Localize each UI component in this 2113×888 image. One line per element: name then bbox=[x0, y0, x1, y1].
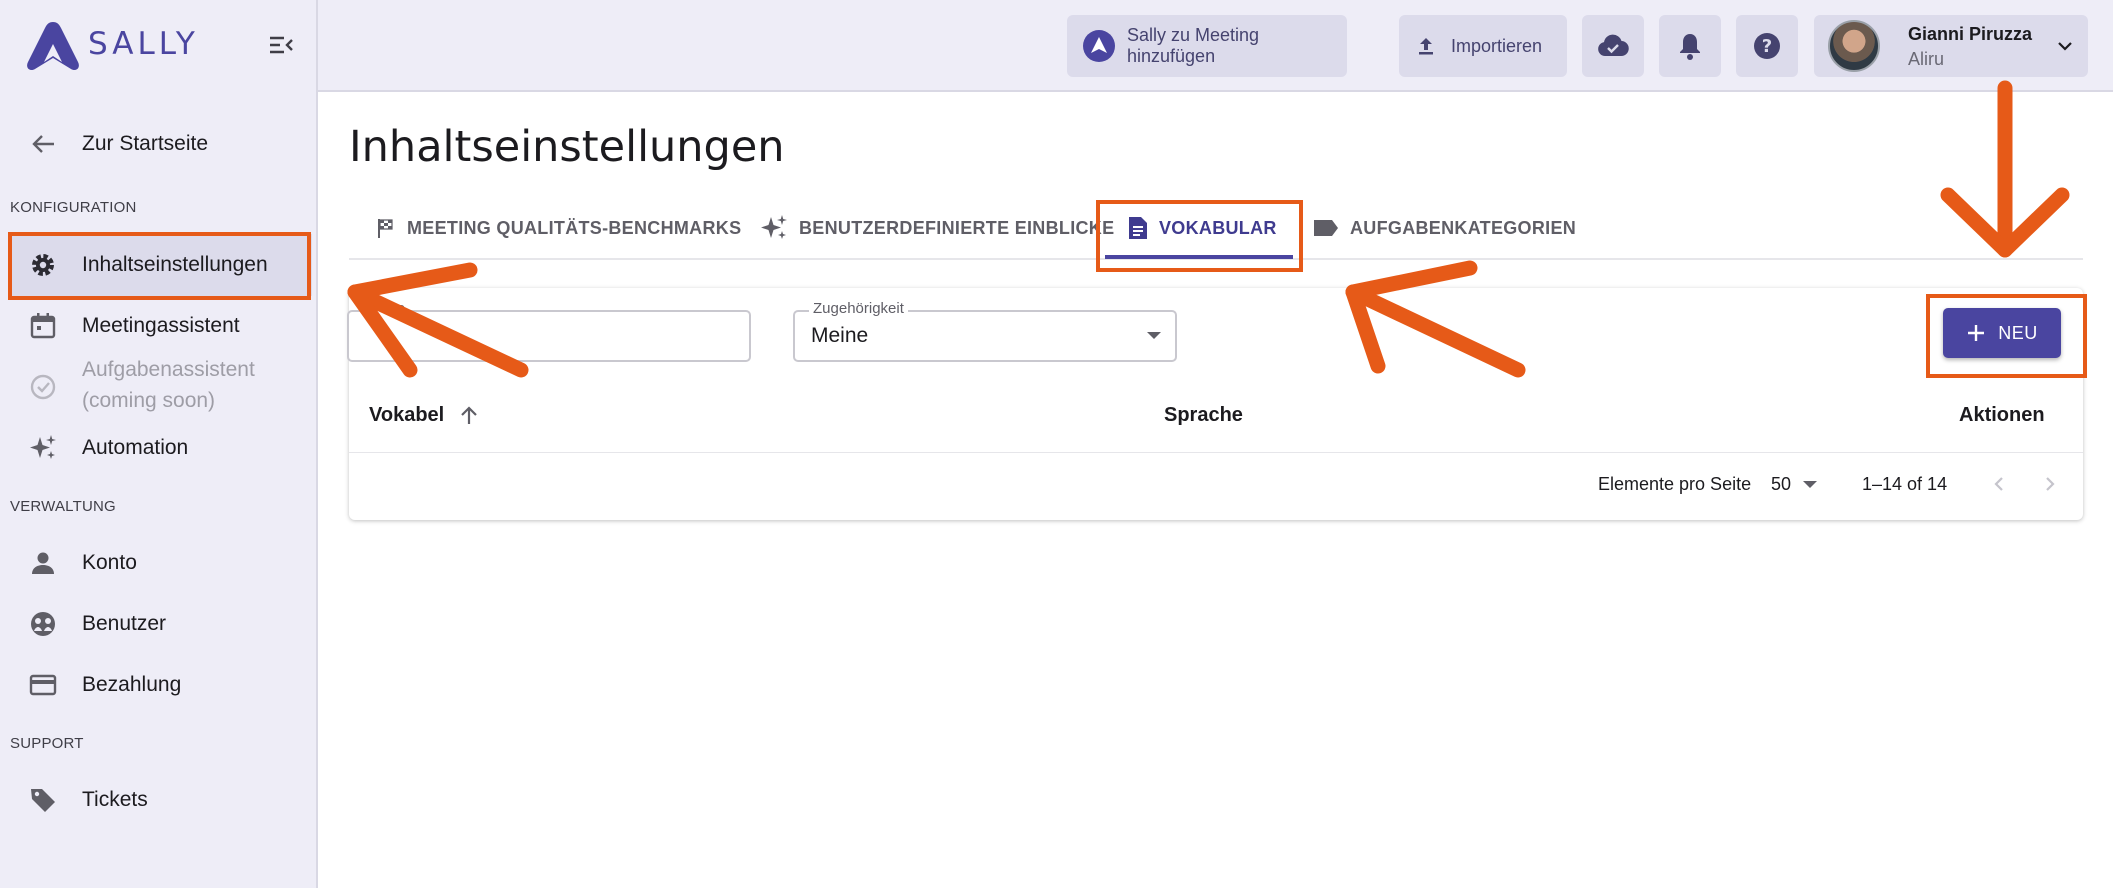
sally-logo bbox=[27, 22, 79, 71]
sparkle-icon bbox=[761, 215, 787, 239]
rows-per-page-select[interactable]: 50 bbox=[1771, 474, 1818, 495]
help-button[interactable]: ? bbox=[1736, 15, 1798, 77]
section-administration: VERWALTUNG bbox=[10, 498, 116, 515]
sidebar-item-label: Benutzer bbox=[82, 612, 167, 635]
menu-collapse-icon[interactable] bbox=[268, 32, 294, 58]
tab-label: MEETING QUALITÄTS-BENCHMARKS bbox=[407, 217, 742, 238]
vocabulary-table-card: che Zugehörigkeit Meine NEU Vokabel Spra… bbox=[347, 288, 2083, 520]
svg-text:?: ? bbox=[1762, 36, 1772, 57]
sidebar-item-label: Tickets bbox=[82, 788, 148, 811]
table-divider bbox=[349, 452, 2083, 453]
sidebar: SALLY Zur Startseite KONFIGURATION Inhal… bbox=[0, 0, 318, 888]
sidebar-item-sublabel: (coming soon) bbox=[82, 389, 216, 412]
tab-task-categories[interactable]: AUFGABENKATEGORIEN bbox=[1312, 198, 1576, 258]
search-input-label: che bbox=[377, 300, 410, 317]
sidebar-item-label: Bezahlung bbox=[82, 673, 182, 696]
rows-per-page-label: Elemente pro Seite bbox=[1598, 474, 1752, 494]
check-circle-icon bbox=[30, 374, 56, 400]
sidebar-item-meeting-assistant[interactable]: Meetingassistent bbox=[8, 295, 312, 357]
affiliation-select[interactable]: Zugehörigkeit Meine bbox=[793, 300, 1177, 362]
notifications-button[interactable] bbox=[1659, 15, 1721, 77]
help-icon: ? bbox=[1754, 33, 1780, 59]
sidebar-item-billing[interactable]: Bezahlung bbox=[8, 654, 312, 716]
bell-icon bbox=[1680, 34, 1700, 60]
sort-ascending-icon bbox=[461, 405, 477, 424]
affiliation-select-label: Zugehörigkeit bbox=[809, 300, 908, 317]
page-title: Inhaltseinstellungen bbox=[349, 122, 785, 172]
flag-icon bbox=[378, 219, 393, 238]
cloud-sync-button[interactable] bbox=[1582, 15, 1644, 77]
tab-label: BENUTZERDEFINIERTE EINBLICKE bbox=[799, 217, 1115, 238]
dropdown-arrow-icon bbox=[1803, 481, 1818, 488]
dropdown-arrow-icon bbox=[1147, 332, 1161, 339]
logo-text: SALLY bbox=[88, 26, 199, 62]
search-input[interactable]: che bbox=[347, 300, 751, 362]
import-button[interactable]: Importieren bbox=[1399, 15, 1567, 77]
highlight-box-new-button bbox=[1926, 294, 2087, 378]
sidebar-item-automation[interactable]: Automation bbox=[8, 417, 312, 479]
previous-page-icon[interactable] bbox=[1989, 474, 2009, 494]
tag-icon bbox=[31, 789, 55, 812]
pagination-range: 1–14 of 14 bbox=[1862, 474, 1948, 494]
sidebar-item-label: Meetingassistent bbox=[82, 314, 240, 337]
user-name: Gianni Piruzza bbox=[1908, 24, 2033, 44]
sidebar-item-label: Aufgabenassistent bbox=[82, 358, 255, 381]
add-to-meeting-button[interactable]: Sally zu Meeting hinzufügen bbox=[1067, 15, 1347, 77]
arrow-left-icon bbox=[32, 135, 54, 153]
sidebar-item-task-assistant: Aufgabenassistent (coming soon) bbox=[8, 354, 312, 420]
upload-icon bbox=[1419, 38, 1433, 55]
users-icon bbox=[31, 612, 55, 636]
affiliation-select-value: Meine bbox=[811, 324, 869, 347]
tab-label: AUFGABENKATEGORIEN bbox=[1350, 217, 1577, 238]
calendar-icon bbox=[30, 313, 56, 339]
user-menu[interactable]: Gianni Piruzza Aliru bbox=[1814, 15, 2088, 77]
sidebar-item-label: Konto bbox=[82, 551, 137, 574]
sidebar-item-tickets[interactable]: Tickets bbox=[8, 769, 312, 831]
back-to-home-link[interactable]: Zur Startseite bbox=[8, 113, 312, 175]
chevron-down-icon bbox=[2058, 42, 2072, 51]
user-organization: Aliru bbox=[1908, 49, 1945, 69]
tab-custom-insights[interactable]: BENUTZERDEFINIERTE EINBLICKE bbox=[759, 198, 1114, 258]
column-header-label: Vokabel bbox=[369, 404, 445, 426]
add-to-meeting-label: Sally zu Meeting hinzufügen bbox=[1127, 25, 1260, 66]
column-header-vocabulary[interactable]: Vokabel bbox=[369, 404, 480, 427]
column-header-actions: Aktionen bbox=[1959, 404, 2045, 426]
avatar bbox=[1828, 20, 1880, 72]
highlight-box-sidebar bbox=[8, 232, 311, 300]
sidebar-item-label: Automation bbox=[82, 436, 189, 459]
tab-meeting-quality-benchmarks[interactable]: MEETING QUALITÄTS-BENCHMARKS bbox=[375, 198, 741, 258]
next-page-icon[interactable] bbox=[2040, 474, 2060, 494]
highlight-box-tab bbox=[1096, 200, 1303, 272]
sidebar-item-account[interactable]: Konto bbox=[8, 532, 312, 594]
sally-round-icon bbox=[1083, 30, 1115, 62]
sparkle-icon bbox=[30, 435, 56, 459]
credit-card-icon bbox=[29, 674, 57, 696]
column-header-language[interactable]: Sprache bbox=[1164, 404, 1243, 427]
top-bar: Sally zu Meeting hinzufügen Importieren … bbox=[318, 0, 2113, 92]
back-label: Zur Startseite bbox=[82, 132, 209, 155]
person-icon bbox=[32, 552, 54, 574]
section-configuration: KONFIGURATION bbox=[10, 199, 137, 216]
label-icon bbox=[1314, 220, 1338, 236]
section-support: SUPPORT bbox=[10, 735, 84, 752]
rows-per-page-value: 50 bbox=[1771, 474, 1792, 494]
import-label: Importieren bbox=[1451, 35, 1543, 56]
sidebar-item-users[interactable]: Benutzer bbox=[8, 593, 312, 655]
cloud-done-icon bbox=[1598, 34, 1629, 57]
